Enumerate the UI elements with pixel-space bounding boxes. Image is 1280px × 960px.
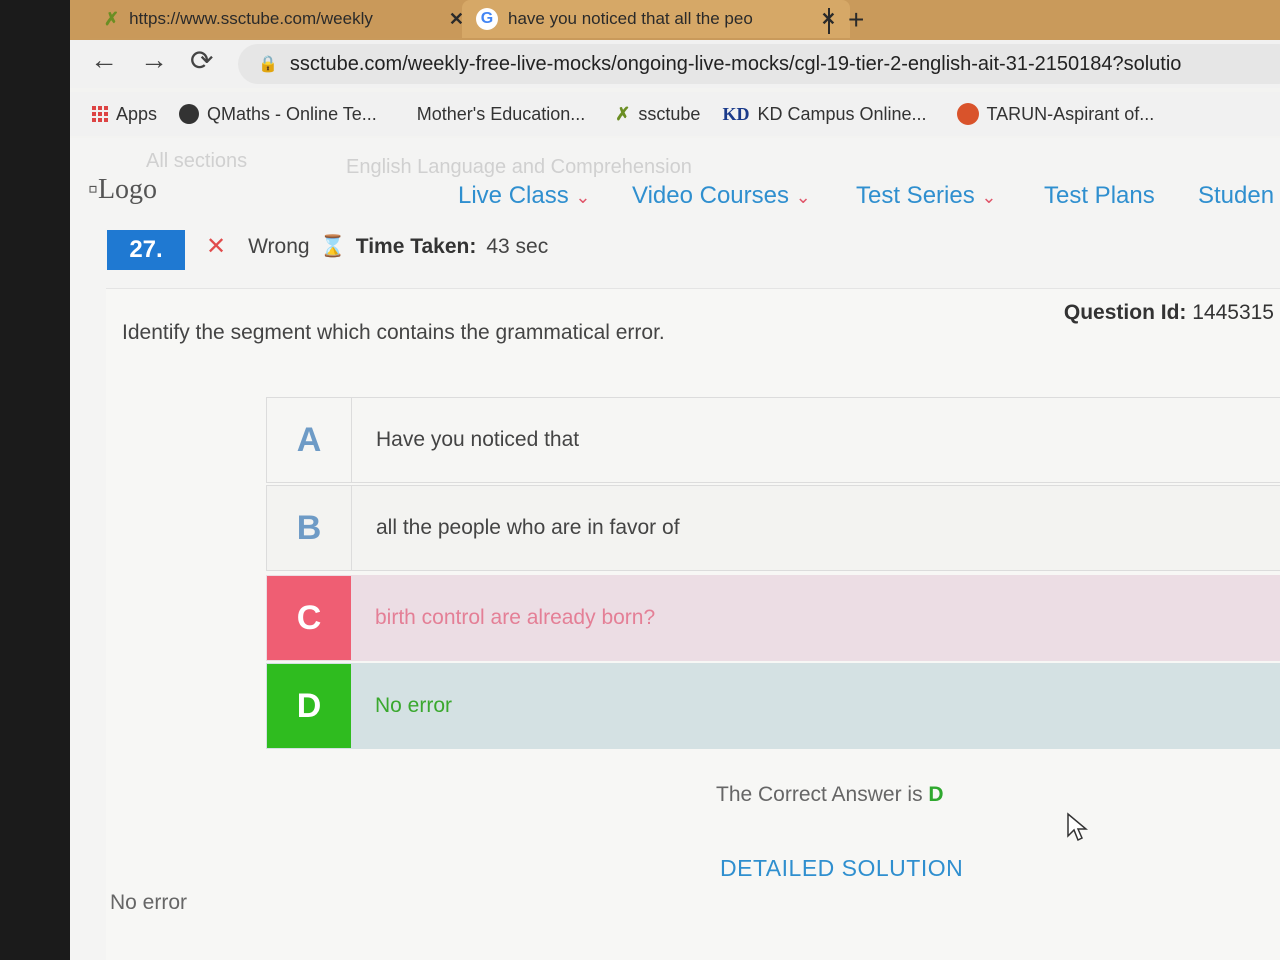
nav-video-courses[interactable]: Video Courses ⌄ bbox=[632, 182, 811, 210]
tab-google-search[interactable]: G have you noticed that all the peo ✕ bbox=[462, 0, 850, 38]
logo-alt-text: Logo bbox=[97, 174, 158, 205]
bookmarks-bar: Apps QMaths - Online Te... Mother's Educ… bbox=[70, 92, 1280, 136]
option-letter: B bbox=[267, 486, 352, 570]
apps-grid-icon bbox=[92, 106, 108, 122]
address-bar[interactable]: 🔒 ssctube.com/weekly-free-live-mocks/ong… bbox=[238, 44, 1280, 84]
option-d-correct[interactable]: D No error bbox=[266, 663, 1280, 749]
bookmark-ssctube[interactable]: ✗ ssctube bbox=[615, 104, 700, 125]
globe-icon bbox=[179, 104, 200, 124]
bookmark-label: ssctube bbox=[638, 103, 701, 124]
bookmark-label: Mother's Education... bbox=[416, 103, 586, 124]
nav-test-series[interactable]: Test Series ⌄ bbox=[856, 182, 996, 210]
bookmark-qmaths[interactable]: QMaths - Online Te... bbox=[179, 104, 377, 125]
wrong-x-icon: ✕ bbox=[206, 233, 227, 260]
option-c-selected-wrong[interactable]: C birth control are already born? bbox=[266, 575, 1280, 661]
back-arrow-icon[interactable]: ← bbox=[90, 44, 118, 76]
bookmark-label: TARUN-Aspirant of... bbox=[986, 103, 1155, 124]
correct-answer-label: The Correct Answer is bbox=[716, 783, 923, 806]
detailed-solution-button[interactable]: DETAILED SOLUTION bbox=[720, 855, 963, 882]
page-content: All sections English Language and Compre… bbox=[70, 138, 1280, 960]
new-tab-button[interactable]: + bbox=[848, 4, 864, 36]
question-id-label: Question Id: bbox=[1063, 301, 1187, 324]
chevron-down-icon: ⌄ bbox=[575, 187, 591, 207]
nav-test-plans[interactable]: Test Plans bbox=[1044, 182, 1155, 210]
nav-label: Test Series bbox=[856, 182, 975, 209]
bookmark-label: KD Campus Online... bbox=[757, 103, 927, 124]
hourglass-icon: ⌛ bbox=[319, 234, 346, 258]
tab-ssctube[interactable]: ✗ https://www.ssctube.com/weekly ✕ bbox=[90, 0, 478, 38]
question-text: Identify the segment which contains the … bbox=[122, 321, 665, 344]
chevron-down-icon: ⌄ bbox=[795, 187, 811, 207]
all-sections-tab[interactable]: All sections bbox=[146, 150, 247, 173]
forward-arrow-icon[interactable]: → bbox=[140, 44, 168, 76]
ssctube-favicon-icon: ✗ bbox=[104, 8, 120, 29]
question-id-value: 1445315 bbox=[1192, 301, 1274, 324]
question-card: Question Id: 1445315 Identify the segmen… bbox=[106, 288, 1280, 960]
lock-icon: 🔒 bbox=[258, 56, 278, 73]
browser-window: ✗ https://www.ssctube.com/weekly ✕ G hav… bbox=[70, 0, 1280, 960]
nav-student[interactable]: Studen bbox=[1198, 182, 1274, 210]
question-id: Question Id: 1445315 bbox=[1064, 301, 1274, 325]
option-text: Have you noticed that bbox=[376, 428, 580, 451]
chevron-down-icon: ⌄ bbox=[981, 187, 997, 207]
tab-title: https://www.ssctube.com/weekly bbox=[129, 9, 373, 28]
bookmark-label: Apps bbox=[116, 103, 158, 124]
url-text[interactable]: ssctube.com/weekly-free-live-mocks/ongoi… bbox=[290, 53, 1181, 76]
option-text: all the people who are in favor of bbox=[376, 516, 680, 539]
bookmark-mothers-education[interactable]: Mother's Education... bbox=[417, 104, 586, 125]
bookmark-apps[interactable]: Apps bbox=[92, 104, 157, 125]
correct-answer-value: D bbox=[928, 783, 944, 806]
option-letter: D bbox=[267, 664, 351, 748]
tab-separator bbox=[828, 8, 830, 34]
tab-strip: ✗ https://www.ssctube.com/weekly ✕ G hav… bbox=[70, 0, 1280, 40]
question-number: 27. bbox=[107, 230, 185, 270]
time-taken-label: Time Taken: bbox=[355, 234, 477, 258]
site-logo[interactable]: ▫Logo bbox=[88, 174, 157, 206]
bookmark-tarun[interactable]: TARUN-Aspirant of... bbox=[956, 103, 1155, 125]
status-label: Wrong bbox=[248, 234, 310, 258]
nav-live-class[interactable]: Live Class ⌄ bbox=[458, 182, 590, 210]
option-text: No error bbox=[375, 694, 453, 717]
browser-toolbar: ← → ⟳ 🔒 ssctube.com/weekly-free-live-moc… bbox=[70, 40, 1280, 88]
kd-logo-icon: KD bbox=[722, 103, 750, 124]
solution-text: No error bbox=[110, 891, 188, 914]
option-letter: A bbox=[267, 398, 352, 482]
tab-title: have you noticed that all the peo bbox=[508, 9, 753, 28]
option-letter: C bbox=[267, 576, 351, 660]
ssctube-favicon-icon: ✗ bbox=[615, 103, 631, 124]
option-text: birth control are already born? bbox=[375, 606, 656, 629]
nav-label: Video Courses bbox=[632, 182, 789, 209]
section-name-tab[interactable]: English Language and Comprehension bbox=[346, 156, 692, 179]
correct-answer-line: The Correct Answer is D bbox=[716, 783, 944, 807]
option-a[interactable]: A Have you noticed that bbox=[266, 397, 1280, 483]
time-taken-value: 43 sec bbox=[486, 234, 549, 258]
nav-label: Live Class bbox=[458, 182, 569, 209]
google-favicon-icon: G bbox=[476, 8, 498, 30]
mouse-cursor-icon bbox=[1067, 812, 1088, 842]
bookmark-kd-campus[interactable]: KD KD Campus Online... bbox=[722, 104, 926, 125]
question-status-row: ✕ Wrong ⌛ Time Taken: 43 sec bbox=[206, 232, 548, 261]
tarun-favicon-icon bbox=[956, 103, 979, 125]
option-b[interactable]: B all the people who are in favor of bbox=[266, 485, 1280, 571]
bookmark-label: QMaths - Online Te... bbox=[207, 103, 377, 124]
reload-icon[interactable]: ⟳ bbox=[190, 44, 213, 77]
